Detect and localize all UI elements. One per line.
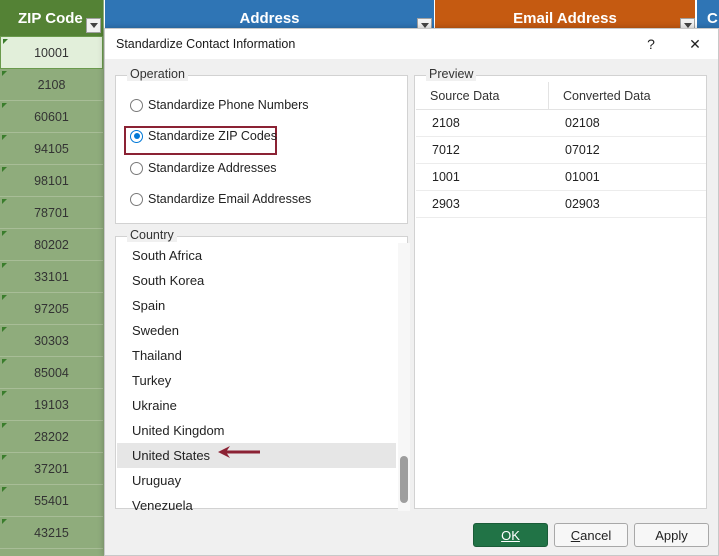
radio-standardize-email[interactable]: Standardize Email Addresses xyxy=(130,192,311,206)
zip-filter-dropdown-icon[interactable] xyxy=(86,18,101,33)
zip-cell[interactable]: 98101 xyxy=(0,165,103,197)
ok-button[interactable]: OK xyxy=(473,523,548,547)
operation-group: Operation Standardize Phone Numbers Stan… xyxy=(115,67,408,224)
zip-cell[interactable]: 33101 xyxy=(0,261,103,293)
close-icon: ✕ xyxy=(689,35,701,52)
source-data-cell: 2108 xyxy=(432,116,460,130)
country-legend: Country xyxy=(127,228,177,242)
zip-cell[interactable]: 28202 xyxy=(0,421,103,453)
country-listbox[interactable]: South Africa South Korea Spain Sweden Thaila… xyxy=(117,243,396,511)
zip-cell[interactable]: 94105 xyxy=(0,133,103,165)
country-list-item[interactable]: Venezuela xyxy=(117,493,396,511)
zip-cell[interactable]: 55401 xyxy=(0,485,103,517)
email-address-header-label: Email Address xyxy=(513,9,617,27)
country-list-item[interactable]: Uruguay xyxy=(117,468,396,493)
preview-row: 7012 07012 xyxy=(416,137,706,164)
converted-data-cell: 07012 xyxy=(565,143,600,157)
zip-cell[interactable]: 10001 xyxy=(0,36,103,69)
zip-cell[interactable]: 97205 xyxy=(0,293,103,325)
converted-data-cell: 02903 xyxy=(565,197,600,211)
converted-data-cell: 01001 xyxy=(565,170,600,184)
apply-button[interactable]: Apply xyxy=(634,523,709,547)
radio-button[interactable] xyxy=(130,192,143,206)
zip-cell[interactable]: 43215 xyxy=(0,517,103,549)
preview-row: 2903 02903 xyxy=(416,191,706,218)
radio-standardize-addresses[interactable]: Standardize Addresses xyxy=(130,161,277,175)
cancel-mnemonic: C xyxy=(570,527,581,543)
radio-standardize-phone[interactable]: Standardize Phone Numbers xyxy=(130,98,309,112)
country-list-item[interactable]: Ukraine xyxy=(117,393,396,418)
column-header-source: Source Data xyxy=(416,82,549,109)
operation-legend: Operation xyxy=(127,67,188,81)
zip-cell[interactable]: 19103 xyxy=(0,389,103,421)
source-data-cell: 2903 xyxy=(432,197,460,211)
help-icon: ? xyxy=(647,36,655,52)
source-data-cell: 7012 xyxy=(432,143,460,157)
preview-table: Source Data Converted Data 2108 02108 7012… xyxy=(416,82,706,218)
zip-cell[interactable]: 37201 xyxy=(0,453,103,485)
country-list-item[interactable]: South Korea xyxy=(117,268,396,293)
zip-code-header-label: ZIP Code xyxy=(18,9,83,27)
radio-button[interactable] xyxy=(130,161,143,175)
converted-data-cell: 02108 xyxy=(565,116,600,130)
country-list-item[interactable]: South Africa xyxy=(117,243,396,268)
preview-rows: 2108 02108 7012 07012 1001 01001 2903 02903 xyxy=(416,110,706,218)
close-button[interactable]: ✕ xyxy=(683,33,707,55)
standardize-contact-dialog: Standardize Contact Information ? ✕ Oper… xyxy=(104,28,719,556)
country-list-item[interactable]: Spain xyxy=(117,293,396,318)
zip-cell[interactable]: 30303 xyxy=(0,325,103,357)
preview-header-row: Source Data Converted Data xyxy=(416,82,706,110)
cancel-button[interactable]: Cancel xyxy=(554,523,628,547)
source-data-cell: 1001 xyxy=(432,170,460,184)
preview-group: Preview Source Data Converted Data 2108 0… xyxy=(414,67,707,509)
preview-row: 2108 02108 xyxy=(416,110,706,137)
country-scrollbar[interactable] xyxy=(398,243,410,511)
dialog-title: Standardize Contact Information xyxy=(116,37,296,51)
preview-legend: Preview xyxy=(426,67,477,81)
preview-row: 1001 01001 xyxy=(416,164,706,191)
zip-cell[interactable]: 2108 xyxy=(0,69,103,101)
zip-cell[interactable]: 85004 xyxy=(0,357,103,389)
cancel-label-rest: ancel xyxy=(580,527,612,543)
zip-cell[interactable]: 78701 xyxy=(0,197,103,229)
radio-button-checked[interactable] xyxy=(130,129,143,143)
zip-cells: 10001 2108 60601 94105 98101 78701 80202 33101 9… xyxy=(0,36,103,549)
extra-column-header-label: C xyxy=(707,9,718,27)
radio-label: Standardize Addresses xyxy=(148,161,277,175)
country-list-item[interactable]: Turkey xyxy=(117,368,396,393)
column-header-converted: Converted Data xyxy=(563,88,651,103)
radio-standardize-zip[interactable]: Standardize ZIP Codes xyxy=(130,129,277,143)
radio-button[interactable] xyxy=(130,98,143,112)
radio-label: Standardize Email Addresses xyxy=(148,192,312,206)
radio-label: Standardize Phone Numbers xyxy=(148,98,309,112)
help-button[interactable]: ? xyxy=(639,33,663,55)
radio-label: Standardize ZIP Codes xyxy=(148,129,278,143)
zip-cell[interactable]: 60601 xyxy=(0,101,103,133)
country-list-item[interactable]: Sweden xyxy=(117,318,396,343)
address-header-label: Address xyxy=(239,9,300,27)
country-list-item[interactable]: United Kingdom xyxy=(117,418,396,443)
zip-column: 10001 2108 60601 94105 98101 78701 80202 33101 9… xyxy=(0,0,104,556)
scrollbar-thumb[interactable] xyxy=(400,456,408,503)
country-group: Country South Africa South Korea Spain Swed… xyxy=(115,228,410,511)
pointer-arrow-icon xyxy=(218,446,260,458)
country-list-item[interactable]: Thailand xyxy=(117,343,396,368)
zip-cell[interactable]: 80202 xyxy=(0,229,103,261)
dialog-titlebar: Standardize Contact Information ? ✕ xyxy=(105,29,718,59)
